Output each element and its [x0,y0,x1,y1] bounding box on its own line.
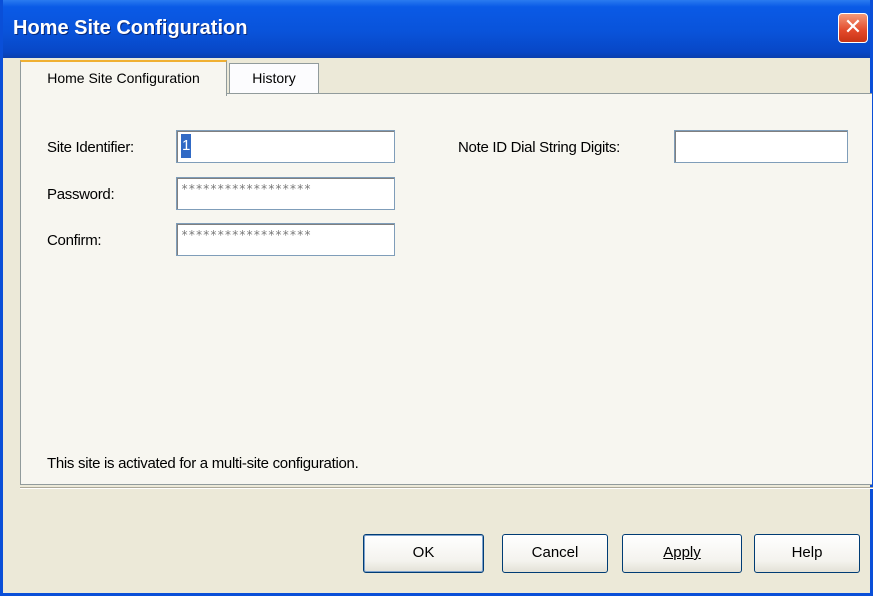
password-input[interactable]: ****************** [176,177,395,210]
ok-button[interactable]: OK [363,534,484,573]
cancel-button[interactable]: Cancel [502,534,608,573]
tab-home-site-configuration[interactable]: Home Site Configuration [20,60,227,96]
window-title: Home Site Configuration [13,17,248,39]
confirm-label: Confirm: [47,232,102,249]
site-identifier-input[interactable]: 1 [176,130,395,163]
password-label: Password: [47,186,115,203]
site-identifier-value: 1 [181,134,192,158]
note-id-dial-string-digits-input[interactable] [674,130,848,163]
site-identifier-label: Site Identifier: [47,139,134,156]
status-text: This site is activated for a multi-site … [47,455,359,472]
apply-button[interactable]: Apply [622,534,742,573]
tab-history[interactable]: History [229,63,319,94]
apply-button-label: Apply [663,544,701,561]
note-id-dial-string-digits-label: Note ID Dial String Digits: [458,139,620,156]
title-bar[interactable]: Home Site Configuration ✕ [3,0,870,58]
confirm-input[interactable]: ****************** [176,223,395,256]
help-button[interactable]: Help [754,534,860,573]
close-icon[interactable]: ✕ [838,13,868,43]
separator [20,487,873,489]
